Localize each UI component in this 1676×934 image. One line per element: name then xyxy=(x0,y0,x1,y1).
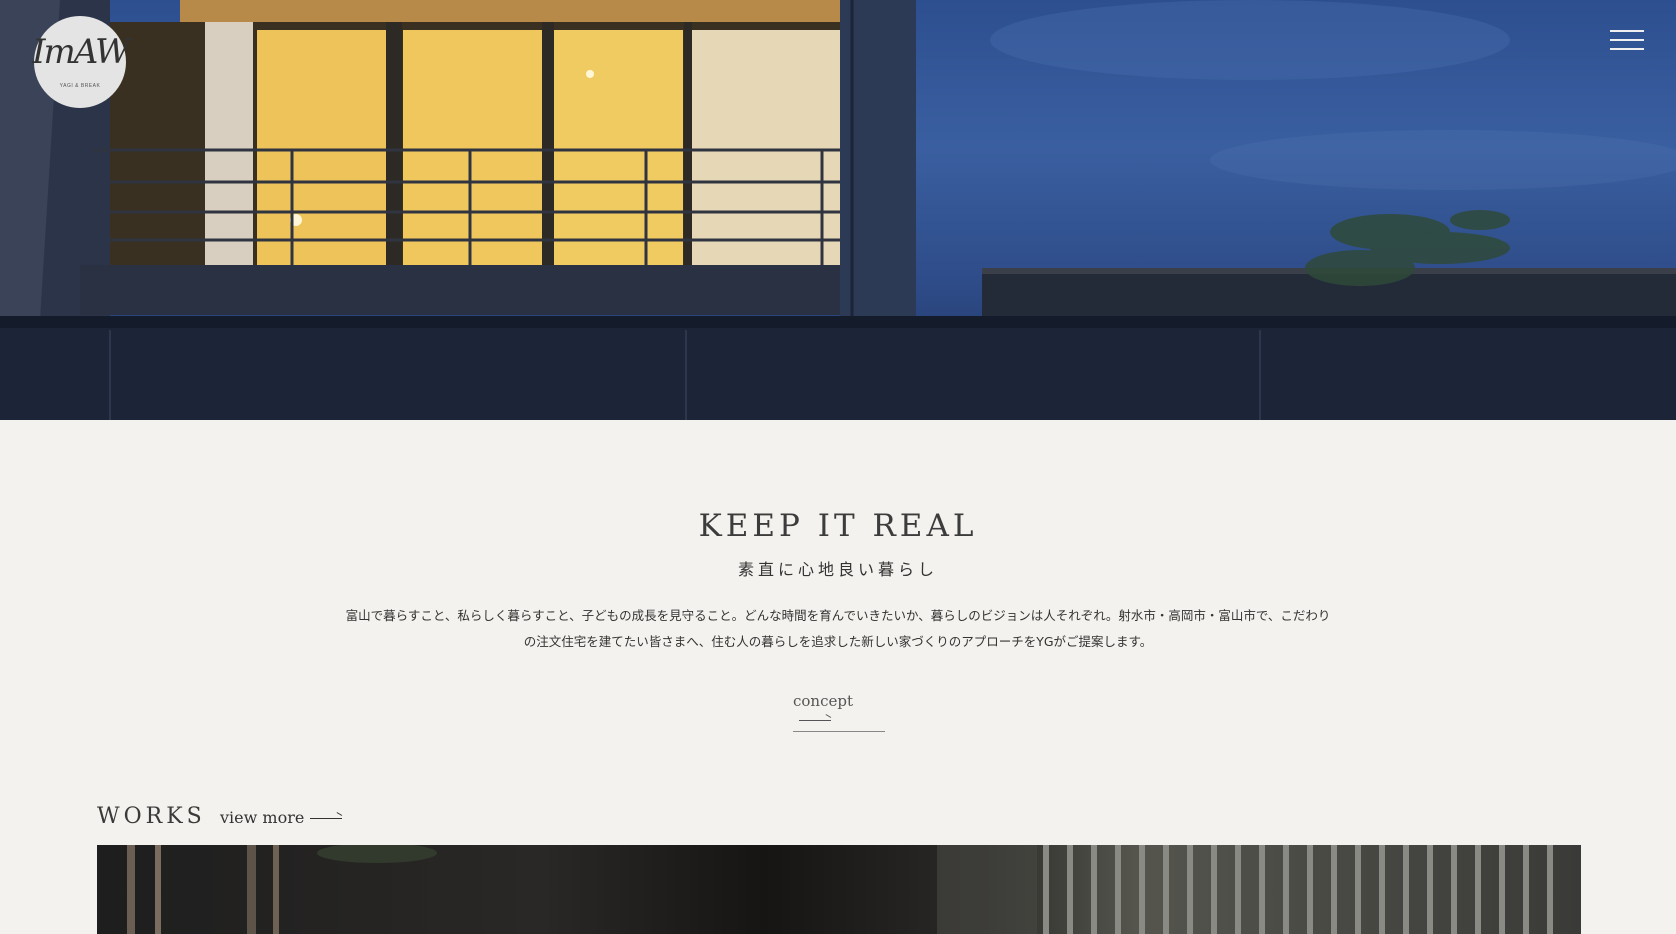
arrow-right-icon xyxy=(310,818,343,819)
arrow-right-icon xyxy=(799,719,831,721)
works-view-more-label: view more xyxy=(220,808,305,827)
concept-link[interactable]: concept xyxy=(793,692,885,732)
menu-line xyxy=(1610,30,1644,32)
menu-line xyxy=(1610,48,1644,50)
works-view-more-link[interactable]: view more xyxy=(220,808,343,827)
hero-image: ImAW YAGI & BREAK xyxy=(0,0,1676,420)
works-title: WORKS xyxy=(97,804,206,829)
concept-title: KEEP IT REAL xyxy=(698,508,978,544)
works-photo xyxy=(127,845,1553,934)
concept-body-line-2: の注文住宅を建てたい皆さまへ、住む人の暮らしを追求した新しい家づくりのアプローチ… xyxy=(523,634,1153,649)
logo-mark: ImAW xyxy=(32,32,130,72)
works-featured-image[interactable] xyxy=(97,845,1581,934)
concept-link-label: concept xyxy=(793,692,853,710)
hero-house-illustration xyxy=(0,0,1676,420)
concept-subtitle: 素直に心地良い暮らし xyxy=(737,560,938,579)
site-logo[interactable]: ImAW YAGI & BREAK xyxy=(32,16,130,108)
logo-subtext: YAGI & BREAK xyxy=(59,83,101,89)
concept-body-line-1: 富山で暮らすこと、私らしく暮らすこと、子どもの成長を見守ること。どんな時間を育ん… xyxy=(345,608,1331,623)
hamburger-menu-icon[interactable] xyxy=(1610,28,1644,52)
menu-line xyxy=(1610,39,1644,41)
